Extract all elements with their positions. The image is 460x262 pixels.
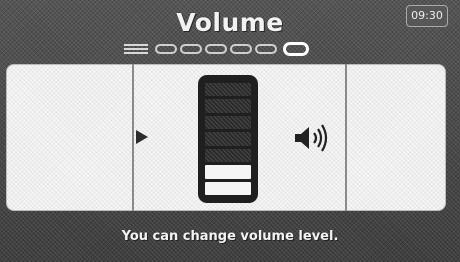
page-dot[interactable] — [230, 44, 252, 54]
volume-level-segment — [205, 148, 251, 163]
volume-level-segment — [205, 83, 251, 97]
volume-level-segment — [205, 115, 251, 130]
volume-level-segment — [205, 181, 251, 195]
volume-level-segment — [205, 99, 251, 113]
page-dot[interactable] — [205, 44, 227, 54]
arrow-left-icon[interactable] — [136, 130, 148, 144]
volume-level-segment — [205, 132, 251, 146]
page-dot-active[interactable] — [283, 42, 309, 56]
page-dot[interactable] — [180, 44, 202, 54]
page-indicator — [124, 42, 309, 56]
volume-meter[interactable] — [198, 75, 258, 203]
panel-divider — [132, 64, 134, 211]
clock: 09:30 — [406, 5, 448, 27]
page-dot[interactable] — [255, 44, 277, 54]
screen-title: Volume — [176, 8, 284, 37]
status-message: You can change volume level. — [121, 229, 339, 244]
panel-divider — [345, 64, 347, 211]
volume-panel — [6, 64, 446, 211]
volume-level-segment — [205, 165, 251, 179]
page-dot[interactable] — [155, 44, 177, 54]
page-menu-icon — [124, 44, 148, 54]
speaker-volume-icon[interactable] — [293, 122, 333, 154]
